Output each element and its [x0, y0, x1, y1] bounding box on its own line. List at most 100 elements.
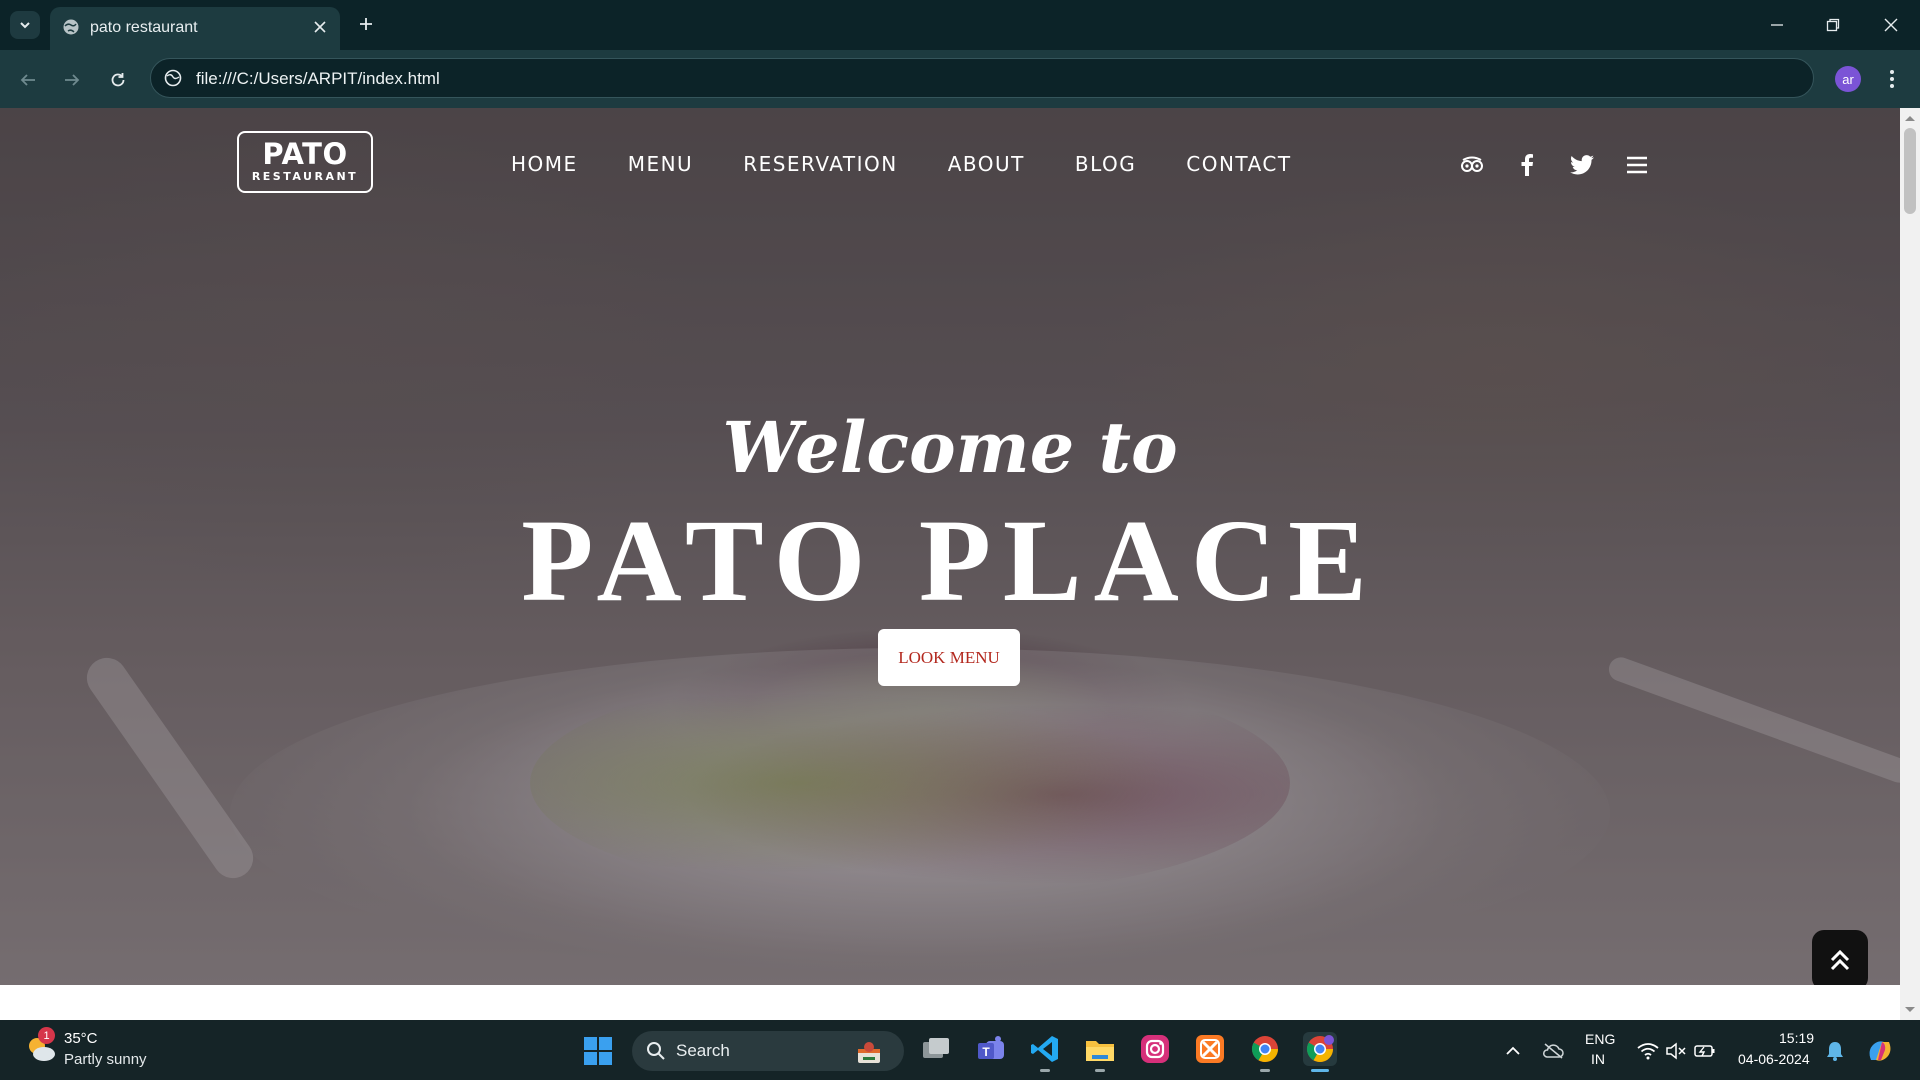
close-icon: [314, 21, 326, 33]
arrow-left-icon: [20, 74, 35, 86]
taskbar-teams[interactable]: T: [974, 1032, 1008, 1066]
look-menu-button[interactable]: LOOK MENU: [878, 629, 1020, 686]
info-icon[interactable]: [163, 68, 183, 88]
hamburger-menu-button[interactable]: [1624, 152, 1650, 178]
nav-about[interactable]: ABOUT: [948, 152, 1025, 176]
facebook-icon: [1521, 154, 1533, 176]
tab-close-button[interactable]: [310, 17, 330, 37]
wifi-icon: [1637, 1043, 1659, 1060]
taskbar-xampp[interactable]: [1193, 1032, 1227, 1066]
page-scrollbar[interactable]: [1900, 108, 1920, 1020]
tab-list-button[interactable]: [10, 11, 40, 39]
scroll-down-icon[interactable]: [1904, 1006, 1916, 1014]
battery-button[interactable]: [1694, 1040, 1716, 1062]
notifications-button[interactable]: [1824, 1040, 1846, 1062]
browser-toolbar: file:///C:/Users/ARPIT/index.html ar: [0, 50, 1920, 108]
nav-blog[interactable]: BLOG: [1075, 152, 1136, 176]
chevron-down-icon: [20, 22, 30, 29]
taskbar-instagram[interactable]: [1138, 1032, 1172, 1066]
xampp-icon: [1196, 1035, 1224, 1063]
address-bar[interactable]: file:///C:/Users/ARPIT/index.html: [150, 58, 1814, 98]
restore-icon: [1826, 18, 1840, 32]
taskbar-chrome-profile[interactable]: [1303, 1032, 1337, 1072]
nav-menu[interactable]: MENU: [628, 152, 694, 176]
onedrive-button[interactable]: [1542, 1040, 1564, 1062]
tripadvisor-link[interactable]: [1459, 152, 1485, 178]
scroll-up-icon[interactable]: [1904, 114, 1916, 122]
back-to-top-button[interactable]: [1812, 930, 1868, 985]
wifi-button[interactable]: [1637, 1040, 1659, 1062]
teams-icon: T: [978, 1036, 1004, 1059]
copilot-button[interactable]: [1865, 1036, 1895, 1066]
clock-date[interactable]: 04-06-2024: [1738, 1051, 1810, 1067]
window-restore-button[interactable]: [1820, 12, 1846, 38]
task-view-icon: [923, 1038, 949, 1058]
hero-section: PATO RESTAURANT HOME MENU RESERVATION AB…: [0, 108, 1900, 985]
instagram-icon: [1141, 1035, 1169, 1063]
taskbar-file-explorer[interactable]: [1083, 1032, 1117, 1072]
hero-welcome-text: Welcome to: [722, 406, 1178, 489]
close-icon: [1884, 18, 1898, 32]
logo-sub-text: RESTAURANT: [251, 170, 359, 183]
taskbar-chrome[interactable]: [1248, 1032, 1282, 1072]
twitter-link[interactable]: [1569, 152, 1595, 178]
clock-time[interactable]: 15:19: [1779, 1030, 1814, 1046]
taskbar-search[interactable]: Search: [632, 1031, 904, 1071]
chevron-up-icon: [1506, 1046, 1520, 1055]
facebook-link[interactable]: [1514, 152, 1540, 178]
arrow-right-icon: [65, 74, 80, 86]
reload-icon: [111, 73, 125, 87]
svg-text:T: T: [982, 1045, 990, 1059]
forward-button[interactable]: [59, 67, 85, 93]
browser-menu-button[interactable]: [1882, 66, 1902, 92]
search-placeholder: Search: [676, 1041, 730, 1060]
running-indicator: [1095, 1069, 1105, 1072]
search-icon: [647, 1042, 665, 1060]
cloud-offline-icon: [1543, 1043, 1564, 1059]
nav-contact[interactable]: CONTACT: [1186, 152, 1291, 176]
windows-start-icon[interactable]: [584, 1037, 612, 1065]
window-close-button[interactable]: [1878, 12, 1904, 38]
globe-icon: [63, 19, 79, 35]
profile-avatar[interactable]: ar: [1835, 66, 1861, 92]
language-indicator-line1[interactable]: ENG: [1585, 1031, 1615, 1047]
reload-button[interactable]: [105, 67, 131, 93]
hamburger-menu-icon: [1627, 156, 1647, 174]
scroll-thumb[interactable]: [1904, 128, 1916, 214]
bell-icon: [1827, 1042, 1843, 1061]
file-explorer-icon: [1086, 1041, 1114, 1061]
tab-title: pato restaurant: [90, 19, 198, 36]
browser-tab-strip: pato restaurant: [0, 0, 1920, 50]
weather-temperature[interactable]: 35°C: [64, 1030, 98, 1047]
running-indicator: [1040, 1069, 1050, 1072]
copilot-icon: [1869, 1041, 1891, 1061]
volume-button[interactable]: [1665, 1040, 1687, 1062]
chrome-profile-icon: [1306, 1035, 1334, 1063]
page-viewport: PATO RESTAURANT HOME MENU RESERVATION AB…: [0, 108, 1900, 1020]
nav-reservation[interactable]: RESERVATION: [743, 152, 898, 176]
window-minimize-button[interactable]: [1764, 12, 1790, 38]
url-text[interactable]: file:///C:/Users/ARPIT/index.html: [196, 69, 440, 89]
new-tab-button[interactable]: [354, 12, 378, 36]
windows-taskbar: 1 35°C Partly sunny Search T ENG IN 15:1…: [0, 1020, 1920, 1080]
weather-description[interactable]: Partly sunny: [64, 1051, 147, 1068]
taskbar-task-view[interactable]: [919, 1032, 953, 1066]
plus-icon: [360, 18, 372, 30]
nav-home[interactable]: HOME: [511, 152, 578, 176]
site-logo[interactable]: PATO RESTAURANT: [237, 131, 373, 193]
running-indicator: [1260, 1069, 1270, 1072]
logo-main-text: PATO: [262, 137, 348, 171]
show-hidden-icons-button[interactable]: [1502, 1040, 1524, 1062]
double-chevron-up-icon: [1830, 949, 1850, 971]
twitter-icon: [1570, 155, 1594, 175]
main-navigation: HOME MENU RESERVATION ABOUT BLOG CONTACT: [511, 152, 1342, 176]
kebab-icon: [1890, 70, 1894, 88]
back-button[interactable]: [15, 67, 41, 93]
chrome-icon: [1251, 1036, 1279, 1063]
minimize-icon: [1771, 24, 1783, 26]
language-indicator-line2[interactable]: IN: [1591, 1051, 1605, 1067]
taskbar-vscode[interactable]: [1028, 1032, 1062, 1072]
active-indicator: [1311, 1069, 1329, 1072]
tripadvisor-icon: [1461, 156, 1483, 172]
browser-tab-active[interactable]: pato restaurant: [50, 7, 340, 50]
